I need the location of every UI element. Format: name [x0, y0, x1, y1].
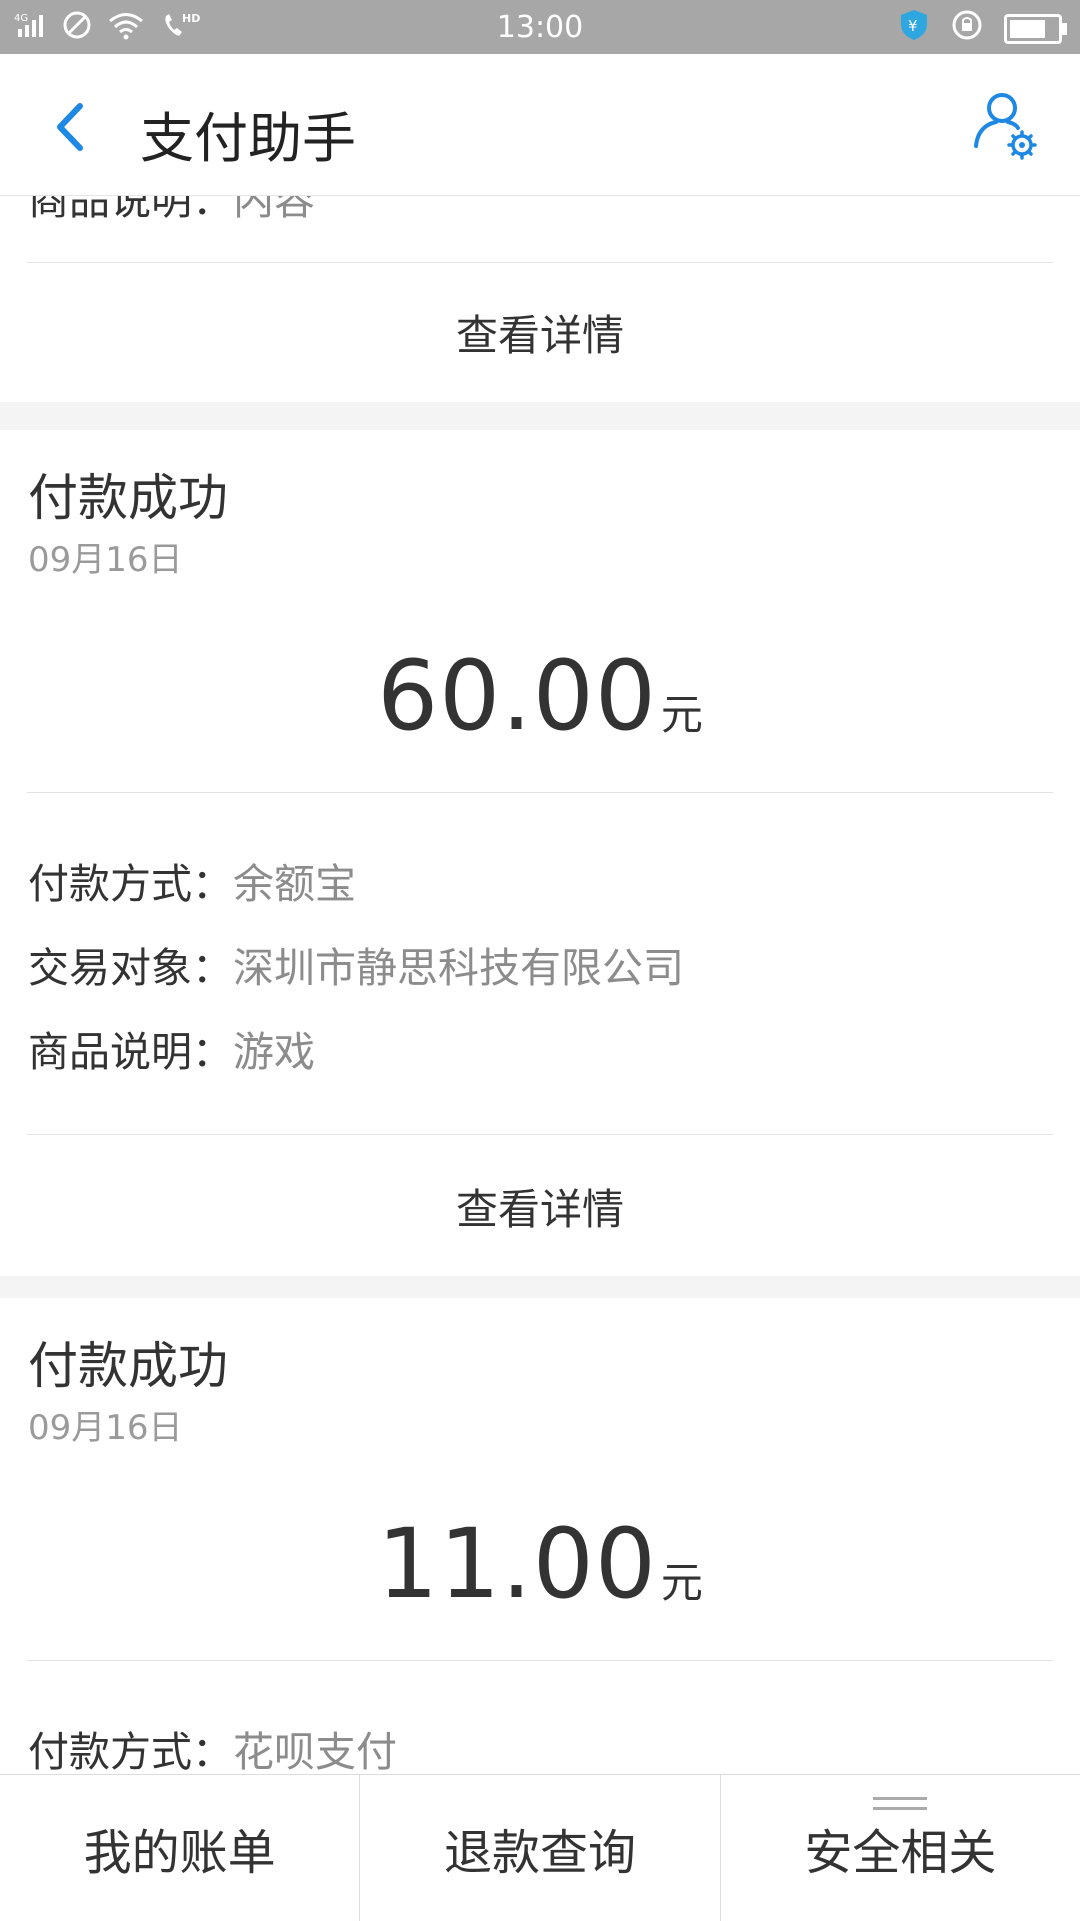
message-list: 商品说明：内容 查看详情 付款成功 09月16日 60.00元 付款方式：余额宝… [0, 196, 1080, 1774]
description-row: 商品说明：内容 [28, 196, 315, 226]
svg-text:¥: ¥ [908, 17, 918, 35]
user-settings-button[interactable] [968, 90, 1040, 162]
counterparty-row: 交易对象：深圳市静思科技有限公司 [28, 934, 684, 994]
view-details-link[interactable]: 查看详情 [0, 302, 1080, 363]
amount-unit: 元 [660, 690, 703, 739]
description-row: 商品说明：游戏 [28, 1018, 315, 1078]
card-date: 09月16日 [28, 540, 183, 580]
tab-label: 退款查询 [443, 1825, 636, 1881]
amount-value: 11.00 [377, 1508, 657, 1620]
amount-value: 60.00 [377, 640, 657, 752]
payment-amount: 11.00元 [0, 1508, 1080, 1620]
divider [27, 1134, 1053, 1135]
payment-amount: 60.00元 [0, 640, 1080, 752]
tab-label: 我的账单 [83, 1825, 276, 1881]
description-value: 游戏 [233, 1028, 315, 1076]
shield-icon: ¥ [898, 8, 930, 50]
payment-method-label: 付款方式： [28, 1728, 233, 1774]
status-bar: 4G HD 13:00 ¥ [0, 0, 1080, 54]
back-button[interactable] [44, 92, 104, 162]
page-title: 支付助手 [140, 107, 356, 170]
menu-icon [873, 1797, 928, 1817]
amount-unit: 元 [660, 1558, 703, 1607]
bottom-tab-bar: 我的账单 退款查询 安全相关 [0, 1774, 1080, 1921]
divider [27, 262, 1053, 263]
payment-method-row: 付款方式：花呗支付 [28, 1718, 397, 1774]
divider [27, 1660, 1053, 1661]
user-settings-icon [974, 93, 1037, 160]
status-right-icons: ¥ [898, 8, 1067, 50]
description-label: 商品说明： [28, 196, 233, 224]
battery-icon [1004, 14, 1067, 44]
counterparty-value: 深圳市静思科技有限公司 [233, 944, 684, 992]
divider [27, 792, 1053, 793]
payment-card: 付款成功 09月16日 11.00元 付款方式：花呗支付 [0, 1298, 1080, 1774]
payment-method-value: 余额宝 [233, 860, 356, 908]
view-details-link[interactable]: 查看详情 [0, 1176, 1080, 1237]
payment-card: 商品说明：内容 查看详情 [0, 196, 1080, 402]
card-title: 付款成功 [28, 469, 228, 527]
description-label: 商品说明： [28, 1028, 233, 1076]
card-date: 09月16日 [28, 1408, 183, 1448]
counterparty-label: 交易对象： [28, 944, 233, 992]
app-header: 支付助手 [0, 54, 1080, 196]
chevron-left-icon [57, 103, 83, 151]
tab-my-bills[interactable]: 我的账单 [0, 1775, 359, 1921]
tab-label: 安全相关 [804, 1825, 997, 1881]
payment-method-label: 付款方式： [28, 860, 233, 908]
rotation-lock-icon [950, 8, 984, 50]
tab-refund-query[interactable]: 退款查询 [359, 1775, 719, 1921]
tab-security[interactable]: 安全相关 [719, 1775, 1080, 1921]
payment-method-row: 付款方式：余额宝 [28, 850, 356, 910]
description-value: 内容 [233, 196, 315, 224]
payment-card: 付款成功 09月16日 60.00元 付款方式：余额宝 交易对象：深圳市静思科技… [0, 430, 1080, 1276]
card-title: 付款成功 [28, 1337, 228, 1395]
payment-method-value: 花呗支付 [233, 1728, 397, 1774]
